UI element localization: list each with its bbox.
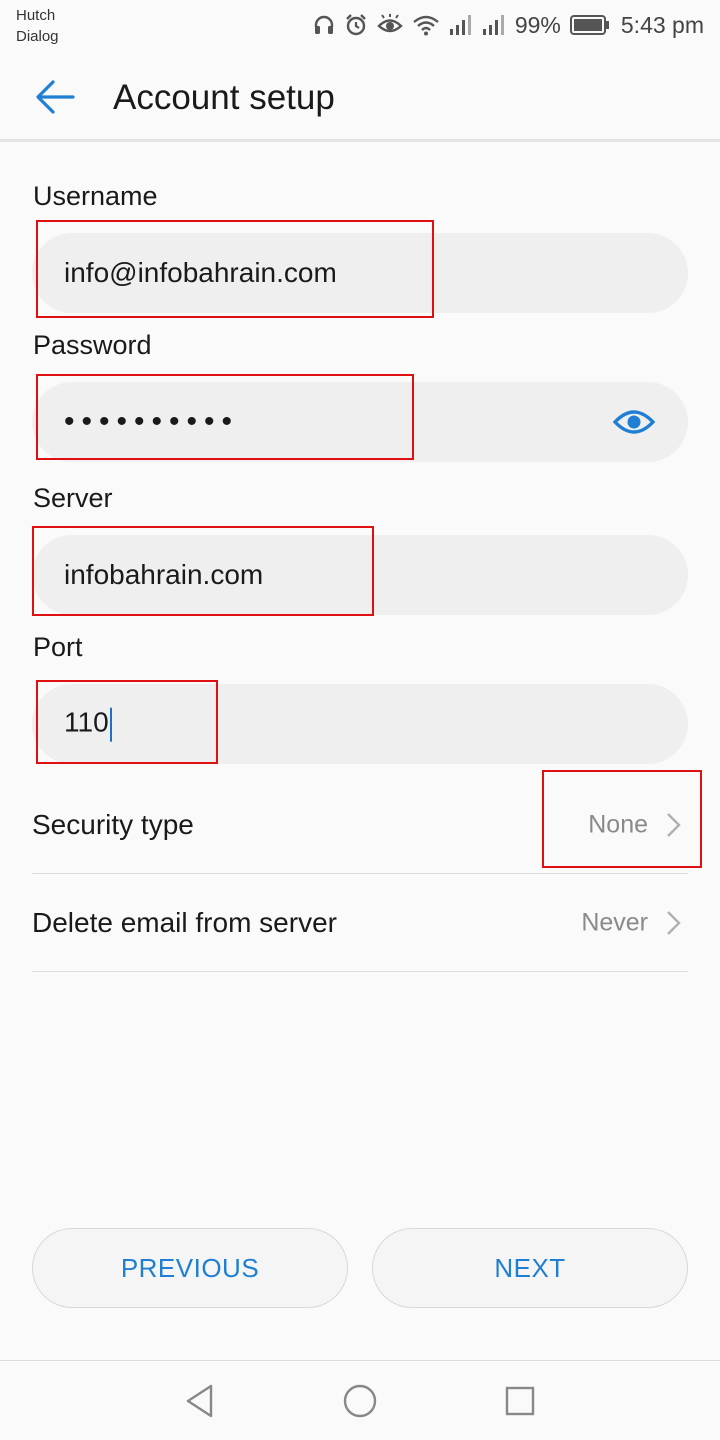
status-bar: Hutch Dialog 99% 5:43 pm (0, 0, 720, 52)
port-value: 110 (64, 706, 109, 738)
carrier-name: Hutch Dialog (16, 5, 59, 47)
back-triangle-icon (186, 1384, 213, 1418)
clock: 5:43 pm (620, 11, 704, 38)
text-cursor (109, 707, 112, 742)
signal-icon-2 (482, 15, 504, 35)
port-value-wrap: 110 (64, 707, 112, 742)
signal-icon (449, 15, 471, 35)
nav-back-button[interactable] (180, 1381, 220, 1421)
password-input[interactable]: •••••••••• (32, 382, 688, 462)
alarm-icon (345, 14, 366, 36)
username-value: info@infobahrain.com (64, 257, 337, 288)
system-nav-bar (0, 1360, 720, 1440)
eye-comfort-icon (377, 14, 403, 33)
carrier-line-1: Hutch (16, 7, 56, 24)
wifi-icon (413, 15, 439, 36)
security-type-value: None (588, 810, 648, 838)
carrier-line-2: Dialog (16, 28, 59, 45)
password-label: Password (33, 330, 152, 360)
battery-percent: 99% (514, 11, 561, 38)
password-value: •••••••••• (64, 405, 240, 438)
previous-button[interactable]: PREVIOUS (32, 1228, 348, 1308)
show-password-button[interactable] (612, 402, 656, 442)
username-input[interactable]: info@infobahrain.com (32, 233, 688, 313)
port-label: Port (33, 632, 83, 662)
server-value: infobahrain.com (64, 559, 264, 590)
port-input[interactable]: 110 (32, 684, 688, 764)
security-type-row[interactable]: Security type None (32, 776, 688, 874)
headset-icon (314, 15, 334, 34)
app-bar: Account setup (0, 52, 720, 142)
delete-email-value: Never (581, 908, 648, 936)
username-label: Username (33, 181, 158, 211)
next-button[interactable]: NEXT (372, 1228, 688, 1308)
arrow-left-icon (36, 80, 75, 114)
status-icons: 99% 5:43 pm (313, 10, 704, 40)
security-type-label: Security type (32, 808, 194, 840)
nav-home-button[interactable] (340, 1381, 380, 1421)
delete-email-label: Delete email from server (32, 906, 337, 938)
nav-recents-button[interactable] (500, 1381, 540, 1421)
server-input[interactable]: infobahrain.com (32, 535, 688, 615)
recents-square-icon (505, 1386, 535, 1416)
chevron-right-icon (667, 910, 681, 935)
home-circle-icon (343, 1384, 377, 1418)
delete-email-row[interactable]: Delete email from server Never (32, 874, 688, 972)
page-title: Account setup (113, 78, 335, 117)
back-button[interactable] (30, 76, 80, 118)
server-label: Server (33, 483, 113, 513)
eye-icon (613, 410, 655, 434)
battery-icon (569, 15, 609, 35)
chevron-right-icon (667, 812, 681, 837)
